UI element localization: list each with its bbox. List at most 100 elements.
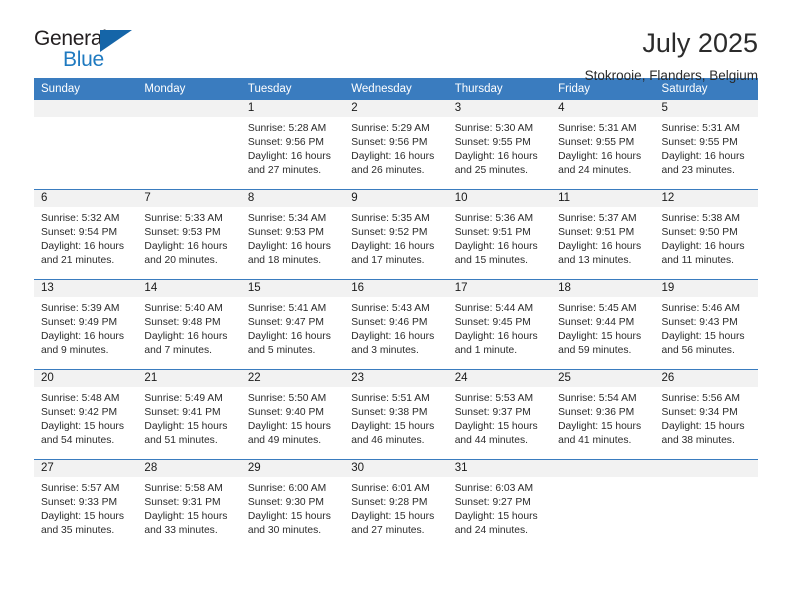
sunrise-time: Sunrise: 5:54 AM bbox=[558, 393, 637, 404]
calendar-day-cell[interactable]: 9 Sunrise: 5:35 AM Sunset: 9:52 PM Daylight… bbox=[344, 189, 448, 280]
sunset-time: Sunset: 9:36 PM bbox=[558, 407, 635, 419]
day-number: 24 bbox=[447, 370, 552, 387]
sunrise-time: Sunrise: 5:58 AM bbox=[144, 483, 223, 494]
calendar-day-cell[interactable]: 6 Sunrise: 5:32 AM Sunset: 9:54 PM Daylight… bbox=[34, 189, 138, 280]
weekday-header-thursday: Thursday bbox=[447, 78, 552, 100]
day-cell-inner: 8 Sunrise: 5:34 AM Sunset: 9:53 PM Daylight… bbox=[240, 190, 345, 279]
logo-text-blue: Blue bbox=[63, 48, 104, 71]
calendar-day-cell[interactable]: 15 Sunrise: 5:41 AM Sunset: 9:47 PM Dayligh… bbox=[240, 279, 345, 370]
sunrise-time: Sunrise: 5:37 AM bbox=[558, 213, 637, 224]
daylight-duration-line2: and 20 minutes. bbox=[144, 255, 218, 267]
calendar-day-cell[interactable]: 5 Sunrise: 5:31 AM Sunset: 9:55 PM Daylight… bbox=[654, 100, 758, 190]
day-cell-inner bbox=[654, 460, 758, 549]
day-cell-inner bbox=[34, 100, 138, 189]
calendar-day-cell[interactable]: 25 Sunrise: 5:54 AM Sunset: 9:36 PM Dayligh… bbox=[551, 369, 655, 460]
calendar-day-cell[interactable]: 12 Sunrise: 5:38 AM Sunset: 9:50 PM Dayligh… bbox=[654, 189, 758, 280]
day-number: 19 bbox=[654, 280, 758, 297]
day-number bbox=[137, 100, 241, 117]
daylight-duration-line2: and 7 minutes. bbox=[144, 345, 212, 357]
day-cell-inner: 4 Sunrise: 5:31 AM Sunset: 9:55 PM Daylight… bbox=[551, 100, 655, 189]
day-number: 2 bbox=[344, 100, 448, 117]
day-number: 3 bbox=[447, 100, 552, 117]
day-details: Sunrise: 5:28 AM Sunset: 9:56 PM Daylight:… bbox=[241, 117, 344, 178]
daylight-duration-line1: Daylight: 15 hours bbox=[454, 421, 538, 433]
sunset-time: Sunset: 9:30 PM bbox=[247, 497, 324, 509]
calendar-day-cell[interactable]: 20 Sunrise: 5:48 AM Sunset: 9:42 PM Dayligh… bbox=[34, 369, 138, 460]
calendar-day-cell[interactable]: 7 Sunrise: 5:33 AM Sunset: 9:53 PM Daylight… bbox=[137, 189, 241, 280]
sunset-time: Sunset: 9:48 PM bbox=[144, 317, 221, 329]
sunrise-time: Sunrise: 5:50 AM bbox=[247, 393, 327, 404]
calendar-day-cell[interactable]: 13 Sunrise: 5:39 AM Sunset: 9:49 PM Dayligh… bbox=[34, 279, 138, 370]
day-cell-inner: 21 Sunrise: 5:49 AM Sunset: 9:41 PM Dayligh… bbox=[137, 370, 241, 459]
calendar-day-cell[interactable]: 3 Sunrise: 5:30 AM Sunset: 9:55 PM Daylight… bbox=[447, 100, 552, 190]
calendar-week-row: 13 Sunrise: 5:39 AM Sunset: 9:49 PM Dayligh… bbox=[34, 279, 758, 370]
calendar-day-cell-empty bbox=[137, 100, 241, 190]
calendar-day-cell[interactable]: 24 Sunrise: 5:53 AM Sunset: 9:37 PM Dayligh… bbox=[447, 369, 552, 460]
daylight-duration-line1: Daylight: 16 hours bbox=[454, 151, 538, 163]
day-number: 9 bbox=[344, 190, 448, 207]
day-details: Sunrise: 5:35 AM Sunset: 9:52 PM Daylight:… bbox=[344, 207, 447, 268]
day-number: 25 bbox=[551, 370, 655, 387]
day-cell-inner: 16 Sunrise: 5:43 AM Sunset: 9:46 PM Dayligh… bbox=[344, 280, 448, 369]
day-details: Sunrise: 5:36 AM Sunset: 9:51 PM Daylight:… bbox=[448, 207, 551, 268]
day-details: Sunrise: 5:44 AM Sunset: 9:45 PM Daylight:… bbox=[448, 297, 551, 358]
day-cell-inner: 5 Sunrise: 5:31 AM Sunset: 9:55 PM Daylight… bbox=[654, 100, 758, 189]
daylight-duration-line1: Daylight: 16 hours bbox=[351, 241, 435, 253]
calendar-day-cell[interactable]: 2 Sunrise: 5:29 AM Sunset: 9:56 PM Daylight… bbox=[344, 100, 448, 190]
sunrise-time: Sunrise: 5:31 AM bbox=[661, 123, 740, 134]
calendar-day-cell[interactable]: 31 Sunrise: 6:03 AM Sunset: 9:27 PM Dayligh… bbox=[447, 459, 552, 549]
day-cell-inner: 6 Sunrise: 5:32 AM Sunset: 9:54 PM Daylight… bbox=[34, 190, 138, 279]
day-details: Sunrise: 6:03 AM Sunset: 9:27 PM Daylight:… bbox=[448, 477, 551, 538]
sunset-time: Sunset: 9:42 PM bbox=[41, 407, 118, 419]
sunset-time: Sunset: 9:56 PM bbox=[247, 137, 324, 149]
general-blue-logo[interactable]: General Blue bbox=[34, 26, 154, 78]
daylight-duration-line1: Daylight: 15 hours bbox=[144, 511, 228, 523]
day-details: Sunrise: 5:49 AM Sunset: 9:41 PM Daylight:… bbox=[137, 387, 240, 448]
day-number: 16 bbox=[344, 280, 448, 297]
calendar-day-cell[interactable]: 1 Sunrise: 5:28 AM Sunset: 9:56 PM Daylight… bbox=[240, 100, 345, 190]
calendar-day-cell[interactable]: 11 Sunrise: 5:37 AM Sunset: 9:51 PM Dayligh… bbox=[551, 189, 655, 280]
sunrise-time: Sunrise: 6:00 AM bbox=[247, 483, 327, 494]
calendar-day-cell[interactable]: 16 Sunrise: 5:43 AM Sunset: 9:46 PM Dayligh… bbox=[344, 279, 448, 370]
sunset-time: Sunset: 9:45 PM bbox=[454, 317, 531, 329]
day-details: Sunrise: 5:29 AM Sunset: 9:56 PM Daylight:… bbox=[344, 117, 447, 178]
daylight-duration-line1: Daylight: 15 hours bbox=[454, 511, 538, 523]
day-number bbox=[34, 100, 138, 117]
calendar-day-cell[interactable]: 19 Sunrise: 5:46 AM Sunset: 9:43 PM Dayligh… bbox=[654, 279, 758, 370]
day-number: 30 bbox=[344, 460, 448, 477]
calendar-day-cell[interactable]: 8 Sunrise: 5:34 AM Sunset: 9:53 PM Daylight… bbox=[240, 189, 345, 280]
day-number: 10 bbox=[447, 190, 552, 207]
day-cell-inner: 12 Sunrise: 5:38 AM Sunset: 9:50 PM Dayligh… bbox=[654, 190, 758, 279]
weekday-header-monday: Monday bbox=[137, 78, 241, 100]
calendar-day-cell[interactable]: 23 Sunrise: 5:51 AM Sunset: 9:38 PM Dayligh… bbox=[344, 369, 448, 460]
calendar-day-cell[interactable]: 10 Sunrise: 5:36 AM Sunset: 9:51 PM Dayligh… bbox=[447, 189, 552, 280]
calendar-day-cell[interactable]: 30 Sunrise: 6:01 AM Sunset: 9:28 PM Dayligh… bbox=[344, 459, 448, 549]
calendar-day-cell[interactable]: 14 Sunrise: 5:40 AM Sunset: 9:48 PM Dayligh… bbox=[137, 279, 241, 370]
weekday-header-tuesday: Tuesday bbox=[240, 78, 345, 100]
sunrise-time: Sunrise: 5:44 AM bbox=[454, 303, 534, 314]
sunrise-time: Sunrise: 5:30 AM bbox=[454, 123, 534, 134]
calendar-day-cell[interactable]: 29 Sunrise: 6:00 AM Sunset: 9:30 PM Dayligh… bbox=[240, 459, 345, 549]
day-details: Sunrise: 5:56 AM Sunset: 9:34 PM Daylight:… bbox=[655, 387, 758, 448]
day-cell-inner: 24 Sunrise: 5:53 AM Sunset: 9:37 PM Dayligh… bbox=[447, 370, 552, 459]
calendar-week-row: 27 Sunrise: 5:57 AM Sunset: 9:33 PM Dayligh… bbox=[34, 459, 758, 549]
day-details: Sunrise: 5:40 AM Sunset: 9:48 PM Daylight:… bbox=[137, 297, 240, 358]
calendar-day-cell[interactable]: 27 Sunrise: 5:57 AM Sunset: 9:33 PM Dayligh… bbox=[34, 459, 138, 549]
day-cell-inner: 13 Sunrise: 5:39 AM Sunset: 9:49 PM Dayligh… bbox=[34, 280, 138, 369]
day-number: 8 bbox=[240, 190, 345, 207]
daylight-duration-line1: Daylight: 15 hours bbox=[351, 511, 435, 523]
sunset-time: Sunset: 9:55 PM bbox=[454, 137, 531, 149]
calendar-day-cell[interactable]: 4 Sunrise: 5:31 AM Sunset: 9:55 PM Daylight… bbox=[551, 100, 655, 190]
sunset-time: Sunset: 9:55 PM bbox=[661, 137, 738, 149]
calendar-day-cell[interactable]: 22 Sunrise: 5:50 AM Sunset: 9:40 PM Dayligh… bbox=[240, 369, 345, 460]
day-number: 29 bbox=[240, 460, 345, 477]
calendar-day-cell[interactable]: 18 Sunrise: 5:45 AM Sunset: 9:44 PM Dayligh… bbox=[551, 279, 655, 370]
calendar-day-cell[interactable]: 21 Sunrise: 5:49 AM Sunset: 9:41 PM Dayligh… bbox=[137, 369, 241, 460]
calendar-day-cell[interactable]: 26 Sunrise: 5:56 AM Sunset: 9:34 PM Dayligh… bbox=[654, 369, 758, 460]
calendar-day-cell[interactable]: 28 Sunrise: 5:58 AM Sunset: 9:31 PM Dayligh… bbox=[137, 459, 241, 549]
calendar-day-cell[interactable]: 17 Sunrise: 5:44 AM Sunset: 9:45 PM Dayligh… bbox=[447, 279, 552, 370]
daylight-duration-line2: and 38 minutes. bbox=[661, 435, 735, 447]
sunset-time: Sunset: 9:55 PM bbox=[558, 137, 635, 149]
day-number: 28 bbox=[137, 460, 241, 477]
day-cell-inner: 9 Sunrise: 5:35 AM Sunset: 9:52 PM Daylight… bbox=[344, 190, 448, 279]
